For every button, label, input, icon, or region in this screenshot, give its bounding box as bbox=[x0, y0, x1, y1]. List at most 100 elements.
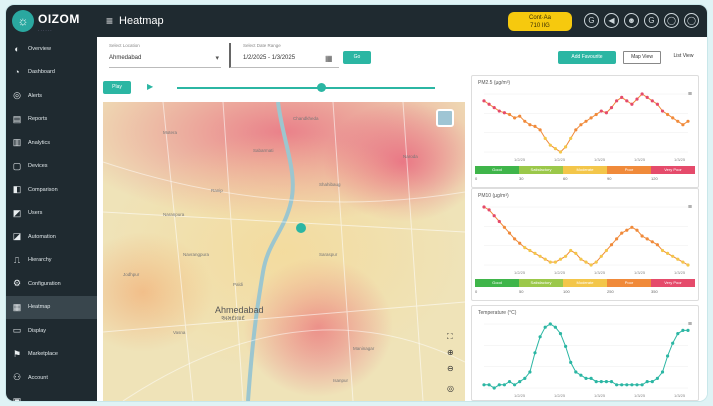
data-point[interactable] bbox=[660, 248, 665, 253]
data-point[interactable] bbox=[497, 383, 501, 387]
sidebar-item[interactable]: ▦ Heatmap bbox=[6, 295, 97, 319]
data-point[interactable] bbox=[497, 109, 501, 113]
settings-icon[interactable]: ◯ bbox=[664, 13, 679, 28]
data-point[interactable] bbox=[507, 380, 512, 384]
data-point[interactable] bbox=[548, 322, 552, 326]
calendar-icon[interactable]: ▦ bbox=[325, 54, 333, 63]
data-point[interactable] bbox=[482, 99, 486, 103]
play-icon[interactable]: ▶ bbox=[147, 82, 153, 91]
aqi-badge[interactable]: Cont·Aa 710 IIG bbox=[508, 12, 572, 31]
data-point[interactable] bbox=[533, 351, 537, 355]
sidebar-item[interactable]: ◧ Comparison bbox=[6, 178, 97, 202]
data-point[interactable] bbox=[482, 383, 486, 387]
data-point[interactable] bbox=[584, 119, 588, 123]
brand-logo[interactable]: ☼ OIZOM · · · · · · bbox=[12, 10, 98, 33]
layer-toggle[interactable] bbox=[436, 109, 454, 127]
data-point[interactable] bbox=[482, 205, 486, 209]
data-point[interactable] bbox=[681, 123, 685, 127]
go-button[interactable]: Go bbox=[343, 51, 371, 64]
refresh-icon[interactable]: G bbox=[644, 13, 659, 28]
data-point[interactable] bbox=[594, 380, 598, 384]
data-point[interactable] bbox=[630, 102, 634, 106]
zoom-in-icon[interactable]: ⊕ bbox=[447, 348, 454, 357]
sidebar-item[interactable]: ⚇ Account bbox=[6, 366, 97, 390]
data-point[interactable] bbox=[671, 116, 675, 120]
data-point[interactable] bbox=[655, 243, 659, 247]
slider-handle[interactable] bbox=[317, 83, 326, 92]
data-point[interactable] bbox=[650, 380, 654, 384]
data-point[interactable] bbox=[599, 109, 603, 113]
sidebar-item[interactable]: ◩ Users bbox=[6, 202, 97, 226]
data-point[interactable] bbox=[533, 251, 537, 255]
data-point[interactable] bbox=[604, 380, 608, 384]
sidebar-item[interactable]: ◔ Dashboard bbox=[6, 61, 97, 85]
map-view-button[interactable]: Map View bbox=[623, 51, 661, 64]
data-point[interactable] bbox=[558, 257, 563, 261]
data-point[interactable] bbox=[666, 112, 670, 117]
locate-icon[interactable]: ◎ bbox=[447, 384, 454, 393]
data-point[interactable] bbox=[523, 376, 527, 380]
profile-icon[interactable]: ☻ bbox=[624, 13, 639, 28]
fullscreen-icon[interactable]: ⛶ bbox=[447, 332, 453, 342]
sidebar-item[interactable]: ▣ bbox=[6, 390, 97, 401]
data-point[interactable] bbox=[492, 386, 496, 390]
data-point[interactable] bbox=[513, 237, 517, 241]
data-point[interactable] bbox=[589, 376, 593, 380]
menu-icon[interactable]: ≡ bbox=[106, 14, 113, 28]
data-point[interactable] bbox=[645, 380, 649, 384]
data-point[interactable] bbox=[594, 260, 598, 264]
data-point[interactable] bbox=[671, 254, 675, 258]
data-point[interactable] bbox=[660, 109, 665, 113]
data-point[interactable] bbox=[543, 325, 547, 329]
data-point[interactable] bbox=[558, 332, 563, 336]
data-point[interactable] bbox=[569, 136, 573, 140]
data-point[interactable] bbox=[523, 246, 527, 250]
data-point[interactable] bbox=[538, 254, 542, 258]
data-point[interactable] bbox=[676, 119, 680, 123]
sidebar-item[interactable]: ⚑ Marketplace bbox=[6, 343, 97, 367]
data-point[interactable] bbox=[579, 257, 583, 261]
data-point[interactable] bbox=[487, 383, 491, 387]
data-point[interactable] bbox=[655, 102, 659, 106]
data-point[interactable] bbox=[666, 251, 670, 255]
sidebar-item[interactable]: ⎍ Hierarchy bbox=[6, 249, 97, 273]
data-point[interactable] bbox=[543, 136, 547, 140]
data-point[interactable] bbox=[574, 128, 578, 132]
data-point[interactable] bbox=[615, 383, 619, 387]
data-point[interactable] bbox=[640, 92, 644, 96]
sidebar-item[interactable]: ◪ Automation bbox=[6, 225, 97, 249]
sidebar-item[interactable]: ◐ Overview bbox=[6, 37, 97, 61]
data-point[interactable] bbox=[640, 383, 644, 387]
data-point[interactable] bbox=[635, 97, 639, 101]
data-point[interactable] bbox=[686, 119, 690, 123]
data-point[interactable] bbox=[645, 95, 649, 100]
data-point[interactable] bbox=[584, 260, 588, 264]
data-point[interactable] bbox=[609, 106, 614, 110]
data-point[interactable] bbox=[635, 383, 639, 387]
sidebar-item[interactable]: ⚙ Configuration bbox=[6, 272, 97, 296]
data-point[interactable] bbox=[635, 228, 639, 232]
data-point[interactable] bbox=[487, 102, 491, 106]
data-point[interactable] bbox=[492, 106, 496, 110]
data-point[interactable] bbox=[666, 354, 670, 358]
sidebar-item[interactable]: ▤ Reports bbox=[6, 108, 97, 132]
data-point[interactable] bbox=[538, 128, 542, 132]
data-point[interactable] bbox=[569, 360, 573, 364]
google-icon[interactable]: G bbox=[584, 13, 599, 28]
data-point[interactable] bbox=[518, 114, 522, 118]
data-point[interactable] bbox=[599, 254, 603, 258]
data-point[interactable] bbox=[625, 99, 629, 103]
data-point[interactable] bbox=[518, 241, 522, 245]
data-point[interactable] bbox=[558, 150, 563, 154]
data-point[interactable] bbox=[553, 146, 557, 151]
sound-icon[interactable]: ◀ bbox=[604, 13, 619, 28]
data-point[interactable] bbox=[681, 328, 685, 332]
data-point[interactable] bbox=[548, 143, 552, 147]
data-point[interactable] bbox=[548, 260, 552, 264]
add-favourite-button[interactable]: Add Favourite bbox=[558, 51, 616, 64]
sidebar-item[interactable]: ▢ Devices bbox=[6, 155, 97, 179]
data-point[interactable] bbox=[681, 260, 685, 264]
data-point[interactable] bbox=[676, 257, 680, 261]
data-point[interactable] bbox=[574, 251, 578, 255]
data-point[interactable] bbox=[676, 332, 680, 336]
